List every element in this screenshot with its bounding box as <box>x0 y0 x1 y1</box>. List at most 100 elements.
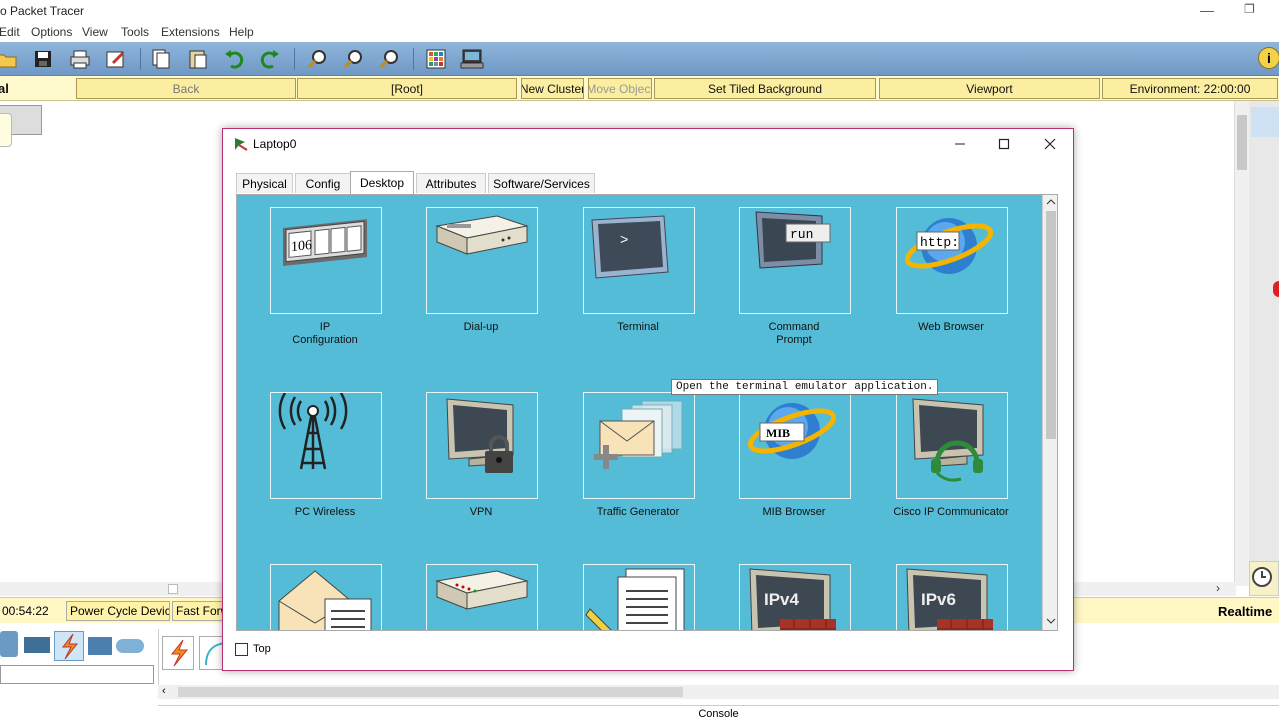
realtime-label[interactable]: Realtime <box>1218 604 1272 619</box>
dialog-minimize-button[interactable] <box>943 133 977 155</box>
logical-nav-bar: al Back [Root] New Cluster Move Object S… <box>0 76 1279 101</box>
device-scroll-thumb[interactable] <box>178 687 683 697</box>
ipv4-firewall-app[interactable]: IPv4 <box>739 564 851 630</box>
pc-wireless-app[interactable] <box>270 392 382 499</box>
menu-options[interactable]: Options <box>31 25 72 39</box>
workspace-vertical-scrollbar[interactable] <box>1234 101 1249 586</box>
menu-tools[interactable]: Tools <box>121 25 149 39</box>
desktop-scroll-down-icon[interactable] <box>1046 616 1056 629</box>
environment-button[interactable]: Environment: 22:00:00 <box>1102 78 1278 99</box>
toolbar: i <box>0 42 1279 76</box>
text-editor-app[interactable] <box>583 564 695 630</box>
delete-tool-icon[interactable] <box>1273 281 1279 297</box>
menu-view[interactable]: View <box>82 25 108 39</box>
restore-icon[interactable]: ❐ <box>1244 2 1255 16</box>
redo-icon[interactable] <box>258 47 282 71</box>
root-button[interactable]: [Root] <box>297 78 517 99</box>
tab-physical[interactable]: Physical <box>236 173 293 193</box>
workspace-vscroll-thumb[interactable] <box>1237 115 1247 170</box>
zoom-out-icon[interactable] <box>377 47 401 71</box>
dialog-close-button[interactable] <box>1033 133 1067 155</box>
command-prompt-icon: run <box>755 211 831 269</box>
ip-config-app[interactable]: 106 <box>270 207 382 314</box>
desktop-scrollbar[interactable] <box>1042 195 1057 630</box>
run-text: run <box>790 227 813 242</box>
ipv6-text: IPv6 <box>921 590 956 609</box>
misc-devices-icon[interactable] <box>88 637 112 655</box>
tab-config[interactable]: Config <box>295 173 351 193</box>
pc-wireless-label: PC Wireless <box>294 506 356 518</box>
connections-icon[interactable] <box>54 631 84 661</box>
packet-tracer-icon <box>233 137 249 154</box>
palette-icon[interactable] <box>424 47 448 71</box>
dialog-title-bar[interactable]: Laptop0 <box>223 129 1073 159</box>
open-folder-icon[interactable] <box>0 47 18 71</box>
viewport-button[interactable]: Viewport <box>879 78 1100 99</box>
wireless-icon <box>278 393 348 470</box>
set-tiled-background-button[interactable]: Set Tiled Background <box>654 78 876 99</box>
ipv4-text: IPv4 <box>764 590 800 609</box>
undo-icon[interactable] <box>222 47 246 71</box>
web-browser-app[interactable]: http: <box>896 207 1008 314</box>
ip-communicator-app[interactable] <box>896 392 1008 499</box>
scroll-left-icon[interactable]: ‹ <box>162 685 166 697</box>
switch-icon[interactable] <box>24 637 50 653</box>
sim-time: 00:54:22 <box>2 604 49 618</box>
web-browser-label: Web Browser <box>918 321 984 333</box>
web-browser-icon: http: <box>904 218 994 274</box>
desktop-scroll-thumb[interactable] <box>1046 211 1056 439</box>
workspace-hscroll-thumb[interactable] <box>168 584 178 594</box>
menu-edit[interactable]: Edit <box>0 25 20 39</box>
mib-browser-app[interactable]: MIB <box>739 392 851 499</box>
save-icon[interactable] <box>31 47 55 71</box>
auto-connection-icon[interactable] <box>162 636 194 670</box>
terminal-icon: > <box>591 215 669 279</box>
activity-wizard-icon[interactable] <box>104 47 128 71</box>
back-button[interactable]: Back <box>76 78 296 99</box>
move-object-button[interactable]: Move Object <box>588 78 652 99</box>
terminal-app[interactable]: > <box>583 207 695 314</box>
ipv6-firewall-icon: IPv6 <box>906 568 993 630</box>
email-app[interactable] <box>270 564 382 630</box>
select-tool-icon[interactable] <box>1251 107 1279 137</box>
device-list-scrollbar[interactable]: ‹ <box>158 685 1279 699</box>
command-prompt-app[interactable]: run <box>739 207 851 314</box>
top-checkbox-label: Top <box>253 643 271 655</box>
tab-software-services[interactable]: Software/Services <box>488 173 595 193</box>
dialup-app[interactable] <box>426 207 538 314</box>
ip-config-icon: 106 <box>283 219 367 266</box>
menu-extensions[interactable]: Extensions <box>161 25 220 39</box>
new-cluster-button[interactable]: New Cluster <box>521 78 584 99</box>
custom-devices-icon[interactable] <box>460 47 484 71</box>
device-search-field[interactable] <box>0 665 154 684</box>
pppoe-dialer-icon <box>435 570 529 610</box>
ip-communicator-label: Cisco IP Communicator <box>893 506 1009 518</box>
ip-config-label-1: IP <box>319 321 331 333</box>
scroll-right-icon[interactable]: › <box>1216 581 1220 595</box>
print-icon[interactable] <box>68 47 92 71</box>
menu-help[interactable]: Help <box>229 25 254 39</box>
tab-desktop[interactable]: Desktop <box>350 171 414 194</box>
zoom-in-icon[interactable] <box>305 47 329 71</box>
traffic-generator-app[interactable] <box>583 392 695 499</box>
pppoe-dialer-app[interactable] <box>426 564 538 630</box>
time-mode-icon[interactable] <box>1249 561 1279 596</box>
top-checkbox[interactable] <box>235 643 248 656</box>
paste-icon[interactable] <box>186 47 210 71</box>
cloud-icon[interactable] <box>116 639 144 653</box>
copy-icon[interactable] <box>149 47 173 71</box>
ipv6-firewall-app[interactable]: IPv6 <box>896 564 1008 630</box>
zoom-reset-icon[interactable] <box>341 47 365 71</box>
mib-browser-icon: MIB <box>747 403 837 459</box>
minimize-icon[interactable]: — <box>1200 2 1214 18</box>
dialog-maximize-button[interactable] <box>987 133 1021 155</box>
desktop-scroll-up-icon[interactable] <box>1046 197 1056 210</box>
tab-attributes[interactable]: Attributes <box>416 173 486 193</box>
vpn-icon <box>446 398 514 473</box>
end-devices-icon[interactable] <box>0 631 18 657</box>
info-icon[interactable]: i <box>1258 47 1279 69</box>
menu-bar: Edit Options View Tools Extensions Help <box>0 24 1279 42</box>
console-label[interactable]: Console <box>158 705 1279 720</box>
vpn-app[interactable] <box>426 392 538 499</box>
power-cycle-button[interactable]: Power Cycle Devices <box>66 601 170 621</box>
